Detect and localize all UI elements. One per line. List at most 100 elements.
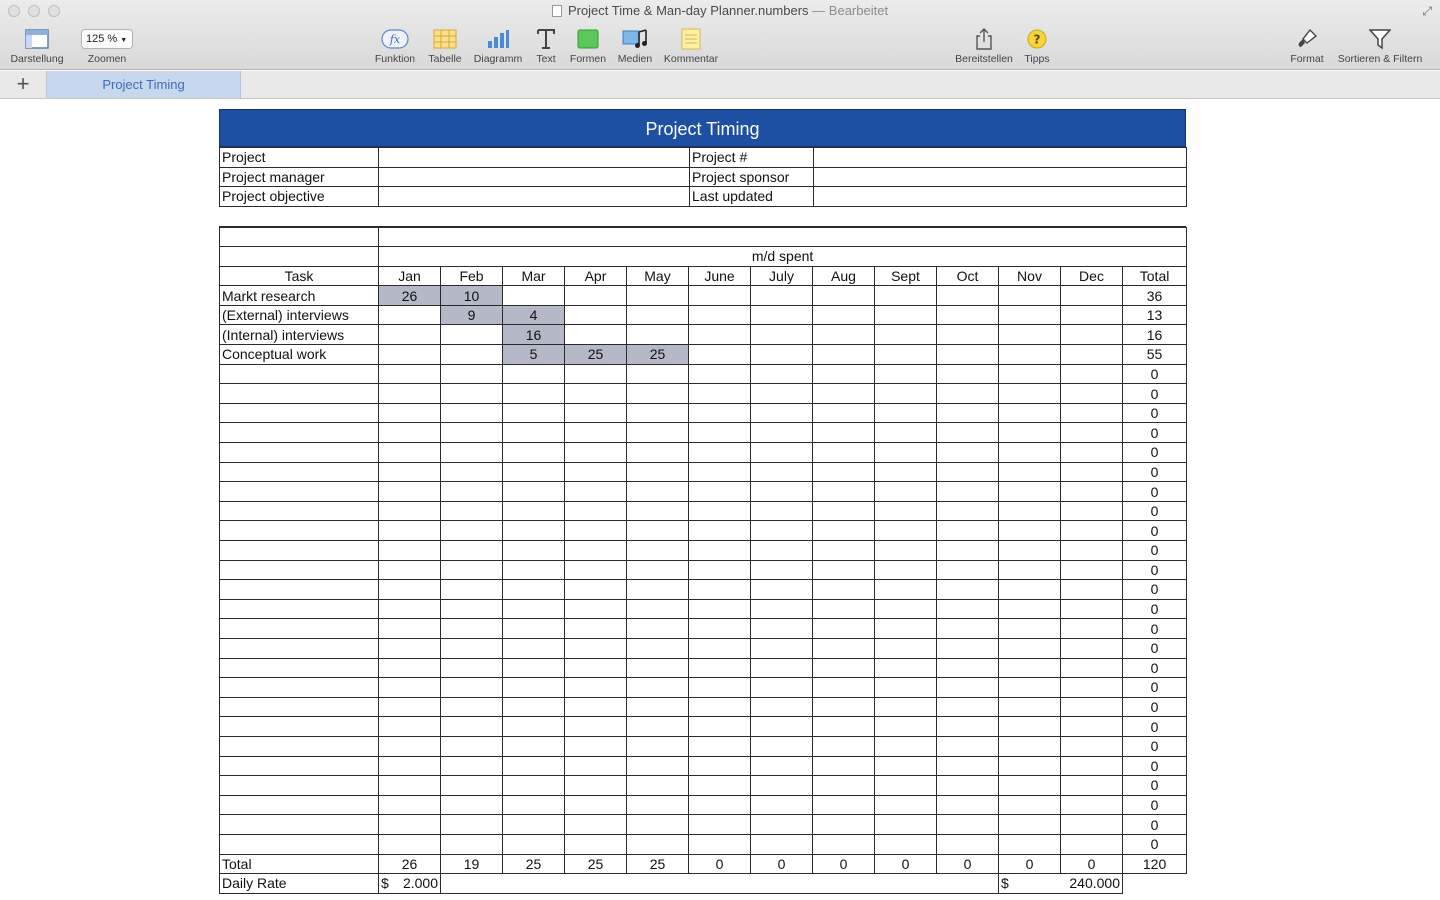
month-value-cell[interactable] (936, 579, 999, 600)
month-value-cell[interactable] (874, 500, 937, 522)
task-name-cell[interactable] (219, 814, 379, 835)
month-value-cell[interactable] (998, 814, 1061, 835)
task-name-cell[interactable]: (Internal) interviews (219, 324, 379, 346)
month-value-cell[interactable] (874, 716, 937, 737)
month-value-cell[interactable] (564, 422, 627, 444)
month-value-cell[interactable] (564, 657, 627, 679)
month-value-cell[interactable] (874, 696, 937, 718)
month-value-cell[interactable] (378, 735, 441, 757)
month-value-cell[interactable] (378, 442, 441, 463)
month-value-cell[interactable] (750, 755, 813, 777)
month-value-cell[interactable] (440, 402, 503, 424)
month-value-cell[interactable] (998, 461, 1061, 483)
month-value-cell[interactable] (936, 696, 999, 718)
month-value-cell[interactable] (1060, 304, 1123, 326)
media-button[interactable]: Medien (614, 25, 656, 65)
month-value-cell[interactable] (378, 461, 441, 483)
month-value-cell[interactable] (998, 500, 1061, 522)
month-value-cell[interactable] (936, 422, 999, 444)
month-value-cell[interactable] (378, 814, 441, 835)
month-value-cell[interactable] (936, 324, 999, 346)
month-value-cell[interactable] (1060, 402, 1123, 424)
month-value-cell[interactable] (626, 716, 689, 737)
month-value-cell[interactable] (688, 442, 751, 463)
month-value-cell[interactable] (998, 794, 1061, 816)
fullscreen-icon[interactable]: ⤢ (1422, 4, 1432, 19)
month-value-cell[interactable] (688, 422, 751, 444)
month-value-cell[interactable] (378, 559, 441, 581)
format-button[interactable]: Format (1286, 25, 1328, 65)
month-value-cell[interactable]: 9 (440, 304, 503, 326)
month-value-cell[interactable] (564, 304, 627, 326)
month-value-cell[interactable] (564, 696, 627, 718)
month-value-cell[interactable] (564, 500, 627, 522)
task-name-cell[interactable] (219, 402, 379, 424)
month-value-cell[interactable] (440, 461, 503, 483)
month-value-cell[interactable] (1060, 344, 1123, 365)
month-value-cell[interactable] (688, 344, 751, 365)
month-value-cell[interactable] (998, 775, 1061, 796)
month-value-cell[interactable] (502, 794, 565, 816)
task-name-cell[interactable] (219, 598, 379, 620)
month-value-cell[interactable] (502, 696, 565, 718)
daily-rate-value-cell[interactable]: $2.000 (378, 873, 441, 894)
month-value-cell[interactable] (998, 383, 1061, 404)
month-value-cell[interactable] (750, 344, 813, 365)
month-value-cell[interactable] (440, 520, 503, 541)
month-value-cell[interactable] (626, 637, 689, 659)
month-value-cell[interactable] (626, 833, 689, 855)
month-value-cell[interactable] (440, 696, 503, 718)
month-value-cell[interactable] (688, 657, 751, 679)
month-value-cell[interactable] (998, 520, 1061, 541)
month-value-cell[interactable] (564, 383, 627, 404)
month-value-cell[interactable] (1060, 422, 1123, 444)
month-value-cell[interactable] (564, 579, 627, 600)
month-value-cell[interactable] (812, 833, 875, 855)
month-value-cell[interactable] (626, 775, 689, 796)
month-value-cell[interactable] (626, 481, 689, 502)
month-value-cell[interactable] (874, 363, 937, 385)
month-value-cell[interactable] (812, 559, 875, 581)
month-value-cell[interactable] (936, 344, 999, 365)
month-value-cell[interactable] (378, 598, 441, 620)
month-value-cell[interactable] (378, 500, 441, 522)
month-value-cell[interactable] (502, 481, 565, 502)
month-value-cell[interactable] (874, 402, 937, 424)
month-value-cell[interactable]: 25 (626, 344, 689, 365)
month-value-cell[interactable] (812, 304, 875, 326)
task-name-cell[interactable] (219, 775, 379, 796)
month-value-cell[interactable] (502, 442, 565, 463)
task-name-cell[interactable]: Conceptual work (219, 344, 379, 365)
tab-project-timing[interactable]: Project Timing (47, 71, 241, 98)
month-value-cell[interactable] (874, 618, 937, 639)
month-value-cell[interactable] (440, 775, 503, 796)
month-value-cell[interactable] (502, 775, 565, 796)
month-value-cell[interactable] (564, 755, 627, 777)
task-name-cell[interactable] (219, 559, 379, 581)
month-value-cell[interactable] (502, 500, 565, 522)
month-value-cell[interactable] (998, 540, 1061, 561)
month-value-cell[interactable] (626, 540, 689, 561)
month-value-cell[interactable] (564, 814, 627, 835)
month-value-cell[interactable] (502, 735, 565, 757)
month-value-cell[interactable] (936, 794, 999, 816)
task-name-cell[interactable] (219, 716, 379, 737)
month-value-cell[interactable] (874, 383, 937, 404)
month-value-cell[interactable] (564, 461, 627, 483)
month-value-cell[interactable] (750, 696, 813, 718)
month-value-cell[interactable] (936, 540, 999, 561)
month-value-cell[interactable] (688, 677, 751, 698)
month-value-cell[interactable] (936, 363, 999, 385)
month-value-cell[interactable] (626, 579, 689, 600)
task-name-cell[interactable] (219, 461, 379, 483)
month-value-cell[interactable] (688, 540, 751, 561)
month-value-cell[interactable] (564, 324, 627, 346)
month-value-cell[interactable] (378, 657, 441, 679)
month-value-cell[interactable] (688, 814, 751, 835)
month-value-cell[interactable] (812, 540, 875, 561)
month-value-cell[interactable] (502, 540, 565, 561)
month-value-cell[interactable] (998, 696, 1061, 718)
task-name-cell[interactable] (219, 657, 379, 679)
month-value-cell[interactable] (1060, 814, 1123, 835)
shapes-button[interactable]: Formen (566, 25, 610, 65)
